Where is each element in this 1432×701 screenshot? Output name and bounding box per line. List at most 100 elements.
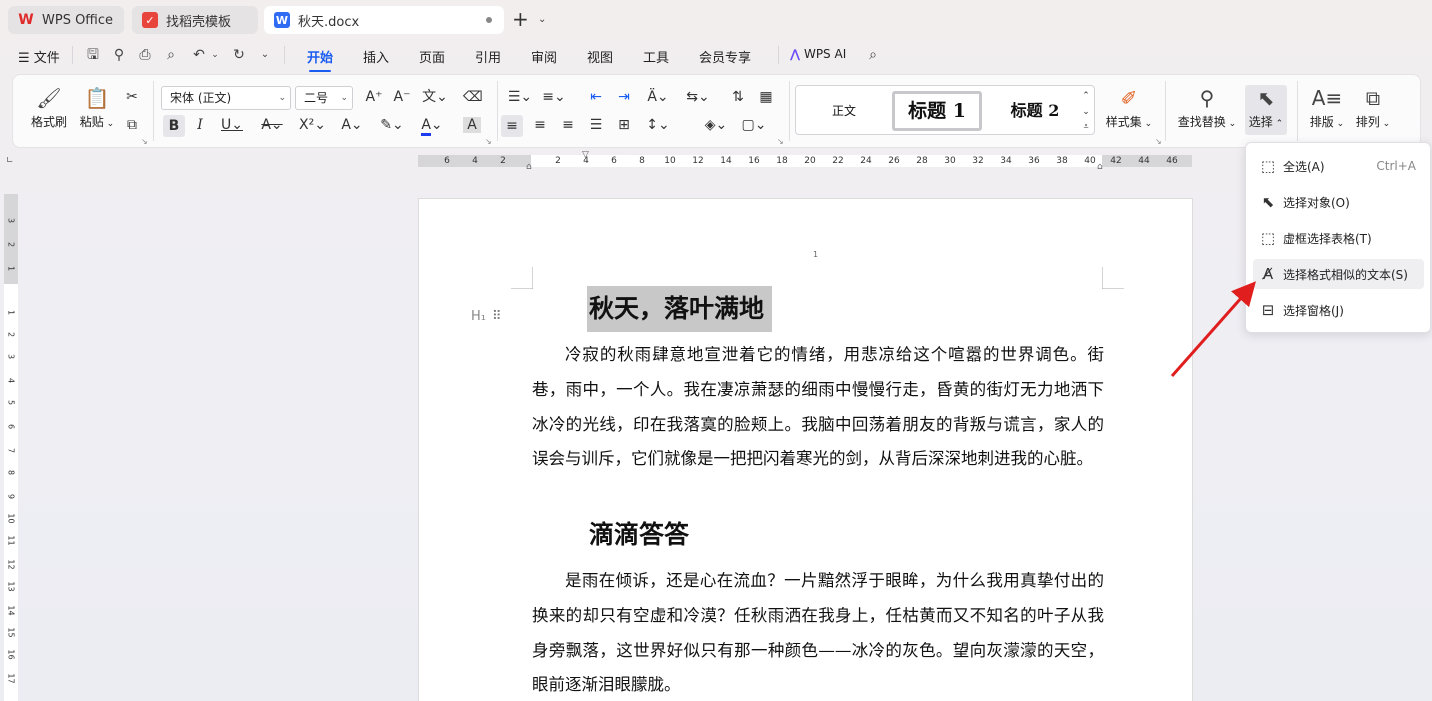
ruler-tick-label: 15 bbox=[6, 627, 16, 638]
right-indent-marker[interactable]: ⌂ bbox=[1097, 162, 1103, 172]
tab-wps-office[interactable]: W WPS Office bbox=[8, 6, 124, 34]
menu-item-select-all[interactable]: ⬚ 全选(A) Ctrl+A bbox=[1253, 151, 1424, 181]
font-shrink-icon[interactable]: A⁻ bbox=[393, 89, 411, 105]
horizontal-ruler[interactable]: 6 4 2 2 4 6 8 10 12 14 16 18 20 22 24 26 28 30 32 34 36 38 40 4… bbox=[418, 150, 1192, 172]
highlight-icon[interactable]: ✎⌄ bbox=[379, 117, 405, 133]
char-shading-icon[interactable]: A bbox=[463, 117, 481, 133]
dialog-launcher-icon[interactable]: ↘ bbox=[1155, 137, 1162, 146]
sort-icon[interactable]: ⇅ bbox=[729, 89, 747, 105]
print-icon[interactable]: ⎙ bbox=[136, 46, 154, 64]
heading-autumn[interactable]: 秋天，落叶满地 bbox=[587, 286, 773, 332]
tab-page[interactable]: 页面 bbox=[419, 47, 445, 66]
bullet-list-icon[interactable]: ☰⌄ bbox=[507, 89, 533, 105]
copy-icon[interactable]: ⧉ bbox=[123, 117, 141, 133]
strikethrough-icon[interactable]: A⌄ bbox=[259, 117, 285, 133]
heading-marker-icon[interactable]: H₁ bbox=[471, 309, 486, 324]
arrange-button[interactable]: ⧉ 排列 ⌄ bbox=[1353, 87, 1393, 130]
tab-tools[interactable]: 工具 bbox=[643, 47, 669, 66]
shading-icon[interactable]: ◈⌄ bbox=[703, 117, 729, 133]
vertical-ruler[interactable]: 3 2 1 1 2 3 4 5 6 7 8 9 10 11 12 13 14 15 16 17 bbox=[4, 194, 18, 701]
line-swap-icon[interactable]: ⇆⌄ bbox=[685, 89, 711, 105]
wps-ai-button[interactable]: ⋀ WPS AI bbox=[790, 47, 846, 61]
superscript-icon[interactable]: X²⌄ bbox=[299, 117, 326, 133]
numbered-list-icon[interactable]: ≡⌄ bbox=[541, 89, 567, 105]
border-icon[interactable]: ▢⌄ bbox=[741, 117, 767, 133]
italic-icon[interactable]: I bbox=[191, 117, 209, 133]
ruler-tick-label: 4 bbox=[472, 156, 478, 166]
bold-icon[interactable]: B bbox=[163, 115, 185, 137]
paragraph-1[interactable]: 冷寂的秋雨肆意地宣泄着它的情绪，用悲凉给这个喧嚣的世界调色。街巷，雨中，一个人。… bbox=[532, 338, 1104, 477]
scroll-down-icon[interactable]: ⌄ bbox=[1080, 104, 1092, 120]
tab-member[interactable]: 会员专享 bbox=[699, 47, 751, 66]
first-line-indent-marker[interactable]: ▽ bbox=[582, 150, 589, 160]
ruler-tick-label: 3 bbox=[6, 353, 16, 360]
expand-gallery-icon[interactable]: ⩡ bbox=[1080, 119, 1092, 135]
align-right-icon[interactable]: ≡ bbox=[559, 117, 577, 133]
search-icon[interactable]: ⌕ bbox=[864, 46, 882, 64]
file-menu[interactable]: ☰ 文件 bbox=[18, 47, 60, 66]
tab-insert[interactable]: 插入 bbox=[363, 47, 389, 66]
font-color-icon[interactable]: A⌄ bbox=[419, 117, 445, 136]
scroll-up-icon[interactable]: ⌃ bbox=[1080, 88, 1092, 104]
text-effect-icon[interactable]: A⌄ bbox=[339, 117, 365, 133]
dialog-launcher-icon[interactable]: ↘ bbox=[777, 137, 784, 146]
menu-item-select-similar-format[interactable]: A̸ 选择格式相似的文本(S) bbox=[1253, 259, 1424, 289]
select-button[interactable]: ⬉ 选择 ⌃ bbox=[1245, 85, 1287, 135]
layout-button[interactable]: A≡ 排版 ⌄ bbox=[1307, 87, 1347, 130]
tab-home[interactable]: 开始 bbox=[307, 47, 333, 72]
clear-format-icon[interactable]: ⌫ bbox=[463, 89, 483, 105]
justify-icon[interactable]: ☰ bbox=[587, 117, 605, 133]
chevron-down-icon[interactable]: ⌄ bbox=[538, 14, 546, 25]
tab-view[interactable]: 视图 bbox=[587, 47, 613, 66]
dialog-launcher-icon[interactable]: ↘ bbox=[141, 137, 148, 146]
menu-item-select-object[interactable]: ⬉ 选择对象(O) bbox=[1253, 187, 1424, 217]
cut-icon[interactable]: ✂ bbox=[123, 89, 141, 105]
text-direction-icon[interactable]: Ä⌄ bbox=[645, 89, 671, 105]
chevron-down-icon[interactable]: ⌄ bbox=[206, 46, 224, 64]
chevron-down-icon: ⌄ bbox=[278, 93, 286, 103]
format-painter-button[interactable]: 🖌 格式刷 bbox=[27, 87, 71, 130]
heading-drip[interactable]: 滴滴答答 bbox=[589, 512, 689, 558]
phonetic-guide-icon[interactable]: 文⌄ bbox=[421, 89, 449, 105]
new-tab-icon[interactable]: + bbox=[512, 9, 529, 29]
print-preview-icon[interactable]: ⌕ bbox=[162, 46, 180, 64]
style-normal[interactable]: 正文 bbox=[804, 91, 884, 131]
paragraph-2[interactable]: 是雨在倾诉，还是心在流血？一片黯然浮于眼眸，为什么我用真挚付出的换来的却只有空虚… bbox=[532, 564, 1104, 701]
left-indent-marker[interactable]: ⌂ bbox=[526, 162, 532, 172]
tab-document[interactable]: W 秋天.docx bbox=[264, 6, 504, 34]
menu-item-selection-pane[interactable]: ⊟ 选择窗格(J) bbox=[1253, 295, 1424, 325]
redo-icon[interactable]: ↻ bbox=[230, 46, 248, 64]
menu-item-label: 全选(A) bbox=[1283, 159, 1325, 174]
font-name-select[interactable]: 宋体 (正文) ⌄ bbox=[161, 86, 291, 110]
document-page[interactable]: 1 H₁ ⠿ 秋天，落叶满地 冷寂的秋雨肆意地宣泄着它的情绪，用悲凉给这个喧嚣的… bbox=[418, 198, 1193, 701]
chevron-down-icon: ⌄ bbox=[340, 93, 348, 103]
tab-label: 找稻壳模板 bbox=[166, 14, 232, 30]
align-left-icon[interactable]: ≡ bbox=[501, 115, 523, 137]
decrease-indent-icon[interactable]: ⇤ bbox=[587, 89, 605, 105]
underline-icon[interactable]: U⌄ bbox=[219, 117, 245, 133]
tab-stop-selector[interactable]: ∟ bbox=[6, 156, 14, 166]
menu-item-dashed-select-table[interactable]: ⬚ 虚框选择表格(T) bbox=[1253, 223, 1424, 253]
ruler-tick-label: 3 bbox=[6, 217, 16, 224]
line-spacing-icon[interactable]: ↕⌄ bbox=[645, 117, 671, 133]
unsaved-dot-icon[interactable] bbox=[486, 17, 492, 23]
increase-indent-icon[interactable]: ⇥ bbox=[615, 89, 633, 105]
font-grow-icon[interactable]: A⁺ bbox=[365, 89, 383, 105]
tab-template[interactable]: ✓ 找稻壳模板 bbox=[132, 6, 258, 34]
tab-review[interactable]: 审阅 bbox=[531, 47, 557, 66]
share-icon[interactable]: ⚲ bbox=[110, 46, 128, 64]
align-center-icon[interactable]: ≡ bbox=[531, 117, 549, 133]
tab-references[interactable]: 引用 bbox=[475, 47, 501, 66]
save-icon[interactable]: 🖫 bbox=[84, 46, 102, 64]
dialog-launcher-icon[interactable]: ↘ bbox=[485, 137, 492, 146]
more-chevron-icon[interactable]: ⌄ bbox=[256, 46, 274, 64]
table-lines-icon[interactable]: ▦ bbox=[757, 89, 775, 105]
find-replace-button[interactable]: ⚲ 查找替换 ⌄ bbox=[1175, 87, 1239, 130]
font-size-select[interactable]: 二号 ⌄ bbox=[295, 86, 353, 110]
style-heading-1[interactable]: 标题 1 bbox=[892, 91, 982, 131]
drag-handle-icon[interactable]: ⠿ bbox=[492, 309, 501, 324]
style-heading-2[interactable]: 标题 2 bbox=[994, 91, 1076, 131]
distributed-icon[interactable]: ⊞ bbox=[615, 117, 633, 133]
style-set-button[interactable]: ✐ 样式集 ⌄ bbox=[1103, 87, 1155, 130]
paste-button[interactable]: 📋 粘贴 ⌄ bbox=[75, 87, 119, 130]
